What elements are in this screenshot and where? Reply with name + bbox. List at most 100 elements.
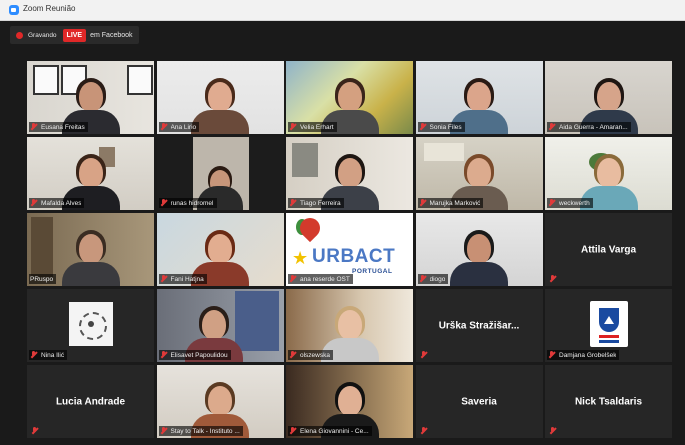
muted-mic-icon bbox=[30, 123, 38, 131]
participant-name-tag: Elisavet Papoulidou bbox=[158, 350, 231, 360]
video-tile[interactable]: Eusana Freitas bbox=[27, 61, 154, 134]
muted-mic-icon bbox=[160, 123, 168, 131]
video-tile[interactable]: Tiago Ferreira bbox=[286, 137, 413, 210]
video-tile[interactable]: Sonia Files bbox=[415, 61, 543, 134]
video-tile[interactable]: olszewska bbox=[286, 289, 413, 362]
participant-video bbox=[450, 226, 508, 286]
participant-name-tag: Fani Hatjna bbox=[158, 274, 207, 284]
muted-mic-icon bbox=[160, 199, 168, 207]
video-tile[interactable]: Aida Guerra - Amaran... bbox=[545, 61, 672, 134]
video-tile[interactable]: Elisavet Papoulidou bbox=[156, 289, 284, 362]
video-tile[interactable]: Damjana Grobelšek bbox=[545, 289, 672, 362]
participant-name: Fani Hatjna bbox=[170, 275, 204, 283]
muted-mic-icon bbox=[289, 351, 297, 359]
participant-name: Eusana Freitas bbox=[41, 123, 85, 131]
participant-name: runas hidromel bbox=[170, 199, 214, 207]
muted-mic-icon bbox=[419, 275, 427, 283]
coat-of-arms-icon bbox=[589, 301, 628, 347]
recording-status: Gravando bbox=[28, 31, 57, 39]
participant-name: olszewska bbox=[300, 351, 330, 359]
participant-display-name: Lucia Andrade bbox=[55, 396, 126, 407]
participant-name: Elisavet Papoulidou bbox=[170, 351, 228, 359]
participant-display-name: Saveria bbox=[461, 396, 497, 407]
video-tile[interactable]: Mafalda Alves bbox=[27, 137, 154, 210]
video-tile[interactable]: Marujka Marković bbox=[415, 137, 543, 210]
participant-name-tag: diogo bbox=[417, 274, 449, 284]
video-tile[interactable]: Elena Giovannini - Ce... bbox=[286, 365, 413, 438]
live-target: em Facebook bbox=[90, 31, 133, 39]
video-tile[interactable]: Nina Ilić bbox=[27, 289, 154, 362]
participant-name: diogo bbox=[429, 275, 446, 283]
participant-name: weckwerth bbox=[559, 199, 590, 207]
participant-name-tag: Mafalda Alves bbox=[29, 198, 85, 208]
recording-indicator[interactable]: Gravando LIVE em Facebook bbox=[10, 26, 139, 44]
participant-name: Tiago Ferreira bbox=[300, 199, 341, 207]
muted-mic-icon bbox=[31, 427, 39, 435]
participant-name-tag: Elena Giovannini - Ce... bbox=[288, 426, 372, 436]
participant-name-tag: Stay to Talk - Instituto ... bbox=[158, 426, 243, 436]
muted-mic-icon bbox=[30, 199, 38, 207]
record-dot-icon bbox=[16, 31, 23, 39]
muted-mic-icon bbox=[548, 199, 556, 207]
video-tile-camera-off[interactable]: Nick Tsaldaris bbox=[545, 365, 672, 438]
muted-mic-icon bbox=[549, 427, 557, 435]
video-tile-camera-off[interactable]: Lucia Andrade bbox=[27, 365, 154, 438]
participant-name: Damjana Grobelšek bbox=[559, 351, 617, 359]
muted-mic-icon bbox=[160, 351, 168, 359]
participant-name-tag: ana reserde OST bbox=[288, 274, 353, 284]
logo-text: URBACT bbox=[312, 246, 396, 267]
video-tile-camera-off[interactable]: Urška Stražišar... bbox=[415, 289, 543, 362]
participant-name-tag: PRuspo bbox=[29, 274, 57, 284]
participant-display-name: Attila Varga bbox=[580, 244, 637, 255]
muted-mic-icon bbox=[160, 275, 168, 283]
video-tile[interactable]: ★ URBACT PORTUGAL ana reserde OST bbox=[286, 213, 413, 286]
profile-emblem-icon bbox=[68, 302, 113, 346]
participant-video bbox=[61, 226, 120, 286]
live-badge: LIVE bbox=[62, 28, 87, 42]
participant-name-tag: weckwerth bbox=[547, 198, 593, 208]
muted-mic-icon bbox=[289, 427, 297, 435]
muted-mic-icon bbox=[160, 427, 168, 435]
muted-mic-icon bbox=[30, 351, 38, 359]
participant-name: Aida Guerra - Amaran... bbox=[559, 123, 628, 131]
muted-mic-icon bbox=[549, 275, 557, 283]
video-tile[interactable]: Stay to Talk - Instituto ... bbox=[156, 365, 284, 438]
video-tile-camera-off[interactable]: Saveria bbox=[415, 365, 543, 438]
participant-name-tag: runas hidromel bbox=[158, 198, 217, 208]
video-tile[interactable]: diogo bbox=[415, 213, 543, 286]
participant-display-name: Urška Stražišar... bbox=[438, 320, 520, 331]
zoom-app-icon bbox=[9, 5, 19, 15]
video-tile[interactable]: weckwerth bbox=[545, 137, 672, 210]
participant-name-tag: Damjana Grobelšek bbox=[547, 350, 620, 360]
participant-name: PRuspo bbox=[30, 275, 54, 283]
participant-name-tag: Tiago Ferreira bbox=[288, 198, 344, 208]
participant-name-tag: Eusana Freitas bbox=[29, 122, 88, 132]
participant-name: Stay to Talk - Instituto ... bbox=[170, 427, 240, 435]
participant-name: Ana Lirio bbox=[170, 123, 197, 131]
participant-name-tag: olszewska bbox=[288, 350, 333, 360]
participant-display-name: Nick Tsaldaris bbox=[574, 396, 643, 407]
logo-subtitle: PORTUGAL bbox=[352, 268, 393, 275]
star-icon: ★ bbox=[292, 248, 309, 268]
muted-mic-icon bbox=[548, 351, 556, 359]
participant-name: Marujka Marković bbox=[429, 199, 481, 207]
participant-name-tag: Marujka Marković bbox=[417, 198, 484, 208]
participant-name-tag: Velia Erhart bbox=[288, 122, 337, 132]
window-title: Zoom Reunião bbox=[23, 4, 76, 13]
participant-name-tag: Aida Guerra - Amaran... bbox=[547, 122, 631, 132]
video-tile[interactable]: Ana Lirio bbox=[156, 61, 284, 134]
muted-mic-icon bbox=[289, 275, 297, 283]
video-tile-camera-off[interactable]: Attila Varga bbox=[545, 213, 672, 286]
muted-mic-icon bbox=[419, 123, 427, 131]
video-tile[interactable]: Velia Erhart bbox=[286, 61, 413, 134]
video-tile-active-speaker[interactable]: PRuspo bbox=[27, 213, 154, 286]
muted-mic-icon bbox=[420, 351, 428, 359]
video-tile[interactable]: Fani Hatjna bbox=[156, 213, 284, 286]
participant-name: Velia Erhart bbox=[300, 123, 334, 131]
participant-name: ana reserde OST bbox=[300, 275, 350, 283]
participant-name: Elena Giovannini - Ce... bbox=[300, 427, 369, 435]
video-tile[interactable]: runas hidromel bbox=[156, 137, 284, 210]
muted-mic-icon bbox=[289, 123, 297, 131]
muted-mic-icon bbox=[548, 123, 556, 131]
window-titlebar: Zoom Reunião bbox=[0, 0, 685, 21]
